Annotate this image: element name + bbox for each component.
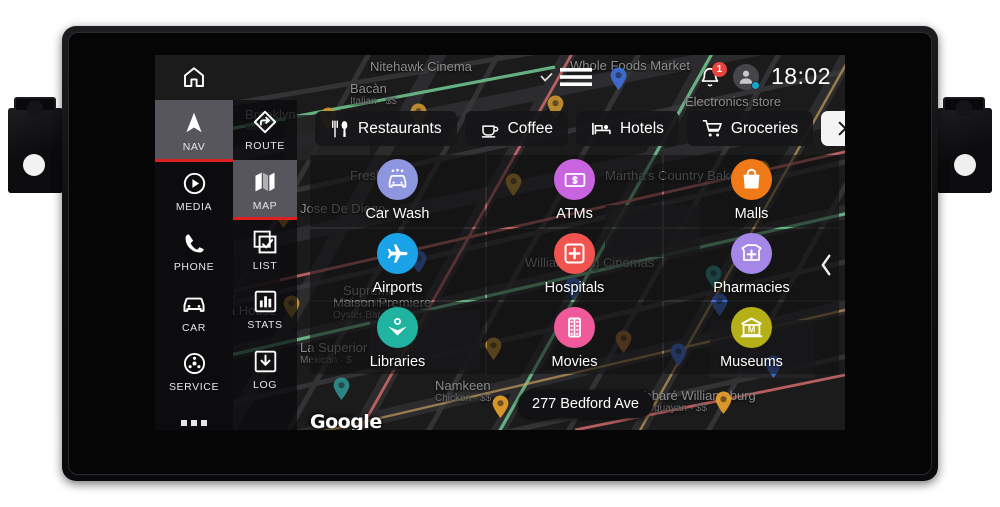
status-right-group: 1 18:02 bbox=[699, 61, 831, 90]
sidebar-item-route[interactable]: ROUTE bbox=[233, 100, 297, 160]
category-tile-movies[interactable]: Movies bbox=[487, 302, 662, 374]
category-tile-airports[interactable]: Airports bbox=[310, 228, 485, 301]
shopping-cart-icon bbox=[702, 118, 723, 139]
airplane-icon bbox=[377, 232, 418, 274]
banknote-icon bbox=[554, 159, 595, 201]
notifications-button[interactable]: 1 bbox=[699, 61, 727, 89]
google-logo: Google bbox=[310, 411, 382, 430]
chip-groceries[interactable]: Groceries bbox=[686, 111, 814, 146]
close-x-icon bbox=[836, 119, 845, 138]
sidebar-item-service[interactable]: SERVICE bbox=[155, 342, 233, 402]
museum-icon: M bbox=[731, 306, 772, 348]
presence-dot bbox=[750, 80, 760, 90]
chip-more[interactable]: More bbox=[821, 111, 845, 146]
map-poi-pin[interactable] bbox=[715, 391, 732, 414]
sidebar-item-label: LOG bbox=[253, 379, 277, 391]
sidebar-item-map[interactable]: MAP bbox=[233, 160, 297, 220]
category-tile-label: Libraries bbox=[369, 353, 426, 370]
map-poi-pin[interactable] bbox=[492, 395, 509, 418]
category-tile-libraries[interactable]: Libraries bbox=[310, 302, 485, 374]
car-icon bbox=[181, 291, 207, 317]
category-tile-label: Malls bbox=[734, 206, 769, 223]
chip-label: Hotels bbox=[619, 119, 664, 137]
category-tile-label: Hospitals bbox=[544, 279, 605, 296]
category-tile-car-wash[interactable]: Car Wash bbox=[310, 155, 485, 227]
account-button[interactable] bbox=[732, 63, 760, 90]
category-tile-atms[interactable]: ATMs bbox=[487, 155, 662, 227]
chip-label: Restaurants bbox=[358, 119, 442, 137]
sidebar-item-nav[interactable]: NAV bbox=[155, 100, 233, 162]
download-box-icon bbox=[253, 349, 278, 374]
film-strip-icon bbox=[554, 306, 595, 348]
sidebar-item-car[interactable]: CAR bbox=[155, 282, 233, 342]
sidebar-item-media[interactable]: MEDIA bbox=[155, 162, 233, 222]
mounting-bracket-left bbox=[8, 97, 63, 193]
cutlery-icon bbox=[330, 119, 350, 139]
sidebar-item-label: NAV bbox=[182, 140, 206, 153]
map-fold-icon bbox=[252, 169, 278, 195]
svg-text:M: M bbox=[748, 324, 755, 334]
coffee-cup-icon bbox=[480, 119, 500, 139]
chip-coffee[interactable]: Coffee bbox=[464, 111, 568, 146]
address-pill[interactable]: 277 Bedford Ave bbox=[518, 390, 653, 418]
status-bar: 1 18:02 bbox=[155, 55, 845, 100]
category-tile-label: Airports bbox=[372, 279, 423, 296]
category-tile-malls[interactable]: Malls bbox=[664, 155, 839, 227]
primary-sidebar: NAV MEDIA PHONE CAR SERVICE bbox=[155, 100, 233, 430]
shopping-bag-icon bbox=[731, 159, 772, 201]
navigation-arrow-icon bbox=[181, 110, 207, 136]
chip-label: Groceries bbox=[730, 119, 799, 137]
route-diamond-icon bbox=[252, 109, 278, 135]
service-wheel-icon bbox=[182, 351, 207, 376]
car-wash-icon bbox=[377, 159, 418, 201]
category-tile-hospitals[interactable]: Hospitals bbox=[487, 228, 662, 301]
map-poi-pin[interactable] bbox=[333, 377, 350, 400]
sidebar-item-label: STATS bbox=[247, 319, 283, 331]
menu-toggle[interactable] bbox=[540, 67, 592, 87]
checklist-icon bbox=[252, 229, 278, 255]
category-tile-label: Movies bbox=[551, 353, 598, 370]
sidebar-item-label: LIST bbox=[252, 259, 278, 272]
sidebar-item-stats[interactable]: STATS bbox=[233, 280, 297, 340]
home-button[interactable] bbox=[181, 65, 207, 89]
check-icon bbox=[540, 72, 553, 82]
notification-badge: 1 bbox=[711, 61, 727, 77]
infotainment-screen: Nitehawk Cinema Whole Foods Market Bacàn It… bbox=[155, 55, 845, 430]
chevron-left-icon bbox=[821, 254, 830, 276]
play-circle-icon bbox=[182, 171, 207, 196]
chip-label: Coffee bbox=[507, 119, 553, 137]
sidebar-item-label: MAP bbox=[252, 199, 278, 212]
panel-collapse-button[interactable] bbox=[813, 245, 839, 285]
sidebar-item-label: SERVICE bbox=[168, 381, 220, 393]
category-tile-label: Car Wash bbox=[365, 206, 430, 223]
sidebar-item-label: MEDIA bbox=[175, 201, 213, 213]
clock: 18:02 bbox=[770, 63, 831, 89]
category-chips-row: Restaurants Coffee Hotels Groceries More bbox=[315, 111, 845, 146]
sidebar-item-log[interactable]: LOG bbox=[233, 340, 297, 400]
bar-chart-icon bbox=[253, 289, 278, 314]
secondary-sidebar: ROUTE MAP LIST STATS LOG bbox=[233, 100, 297, 430]
hamburger-menu-icon bbox=[560, 68, 592, 86]
pharmacy-icon bbox=[731, 232, 772, 274]
mounting-bracket-right bbox=[937, 97, 992, 193]
category-tile-label: ATMs bbox=[556, 206, 593, 223]
device-frame: Nitehawk Cinema Whole Foods Market Bacàn It… bbox=[0, 0, 1000, 507]
sidebar-item-phone[interactable]: PHONE bbox=[155, 222, 233, 282]
phone-icon bbox=[182, 231, 207, 256]
category-tile-museums[interactable]: M Museums bbox=[664, 302, 839, 374]
more-dots-icon[interactable] bbox=[155, 402, 233, 430]
chip-restaurants[interactable]: Restaurants bbox=[315, 111, 457, 146]
book-open-icon bbox=[377, 306, 418, 348]
sidebar-item-label: CAR bbox=[182, 321, 206, 334]
sidebar-item-label: PHONE bbox=[173, 261, 215, 273]
sidebar-item-label: ROUTE bbox=[245, 139, 285, 152]
home-icon bbox=[184, 67, 204, 87]
chip-hotels[interactable]: Hotels bbox=[575, 111, 679, 146]
medical-cross-icon bbox=[554, 232, 595, 274]
sidebar-item-list[interactable]: LIST bbox=[233, 220, 297, 280]
category-grid: Car Wash ATMs Malls Airports Hospitals Pharma… bbox=[310, 155, 839, 374]
bed-icon bbox=[591, 118, 612, 139]
category-tile-label: Museums bbox=[720, 353, 783, 370]
category-tile-label: Pharmacies bbox=[713, 279, 790, 296]
